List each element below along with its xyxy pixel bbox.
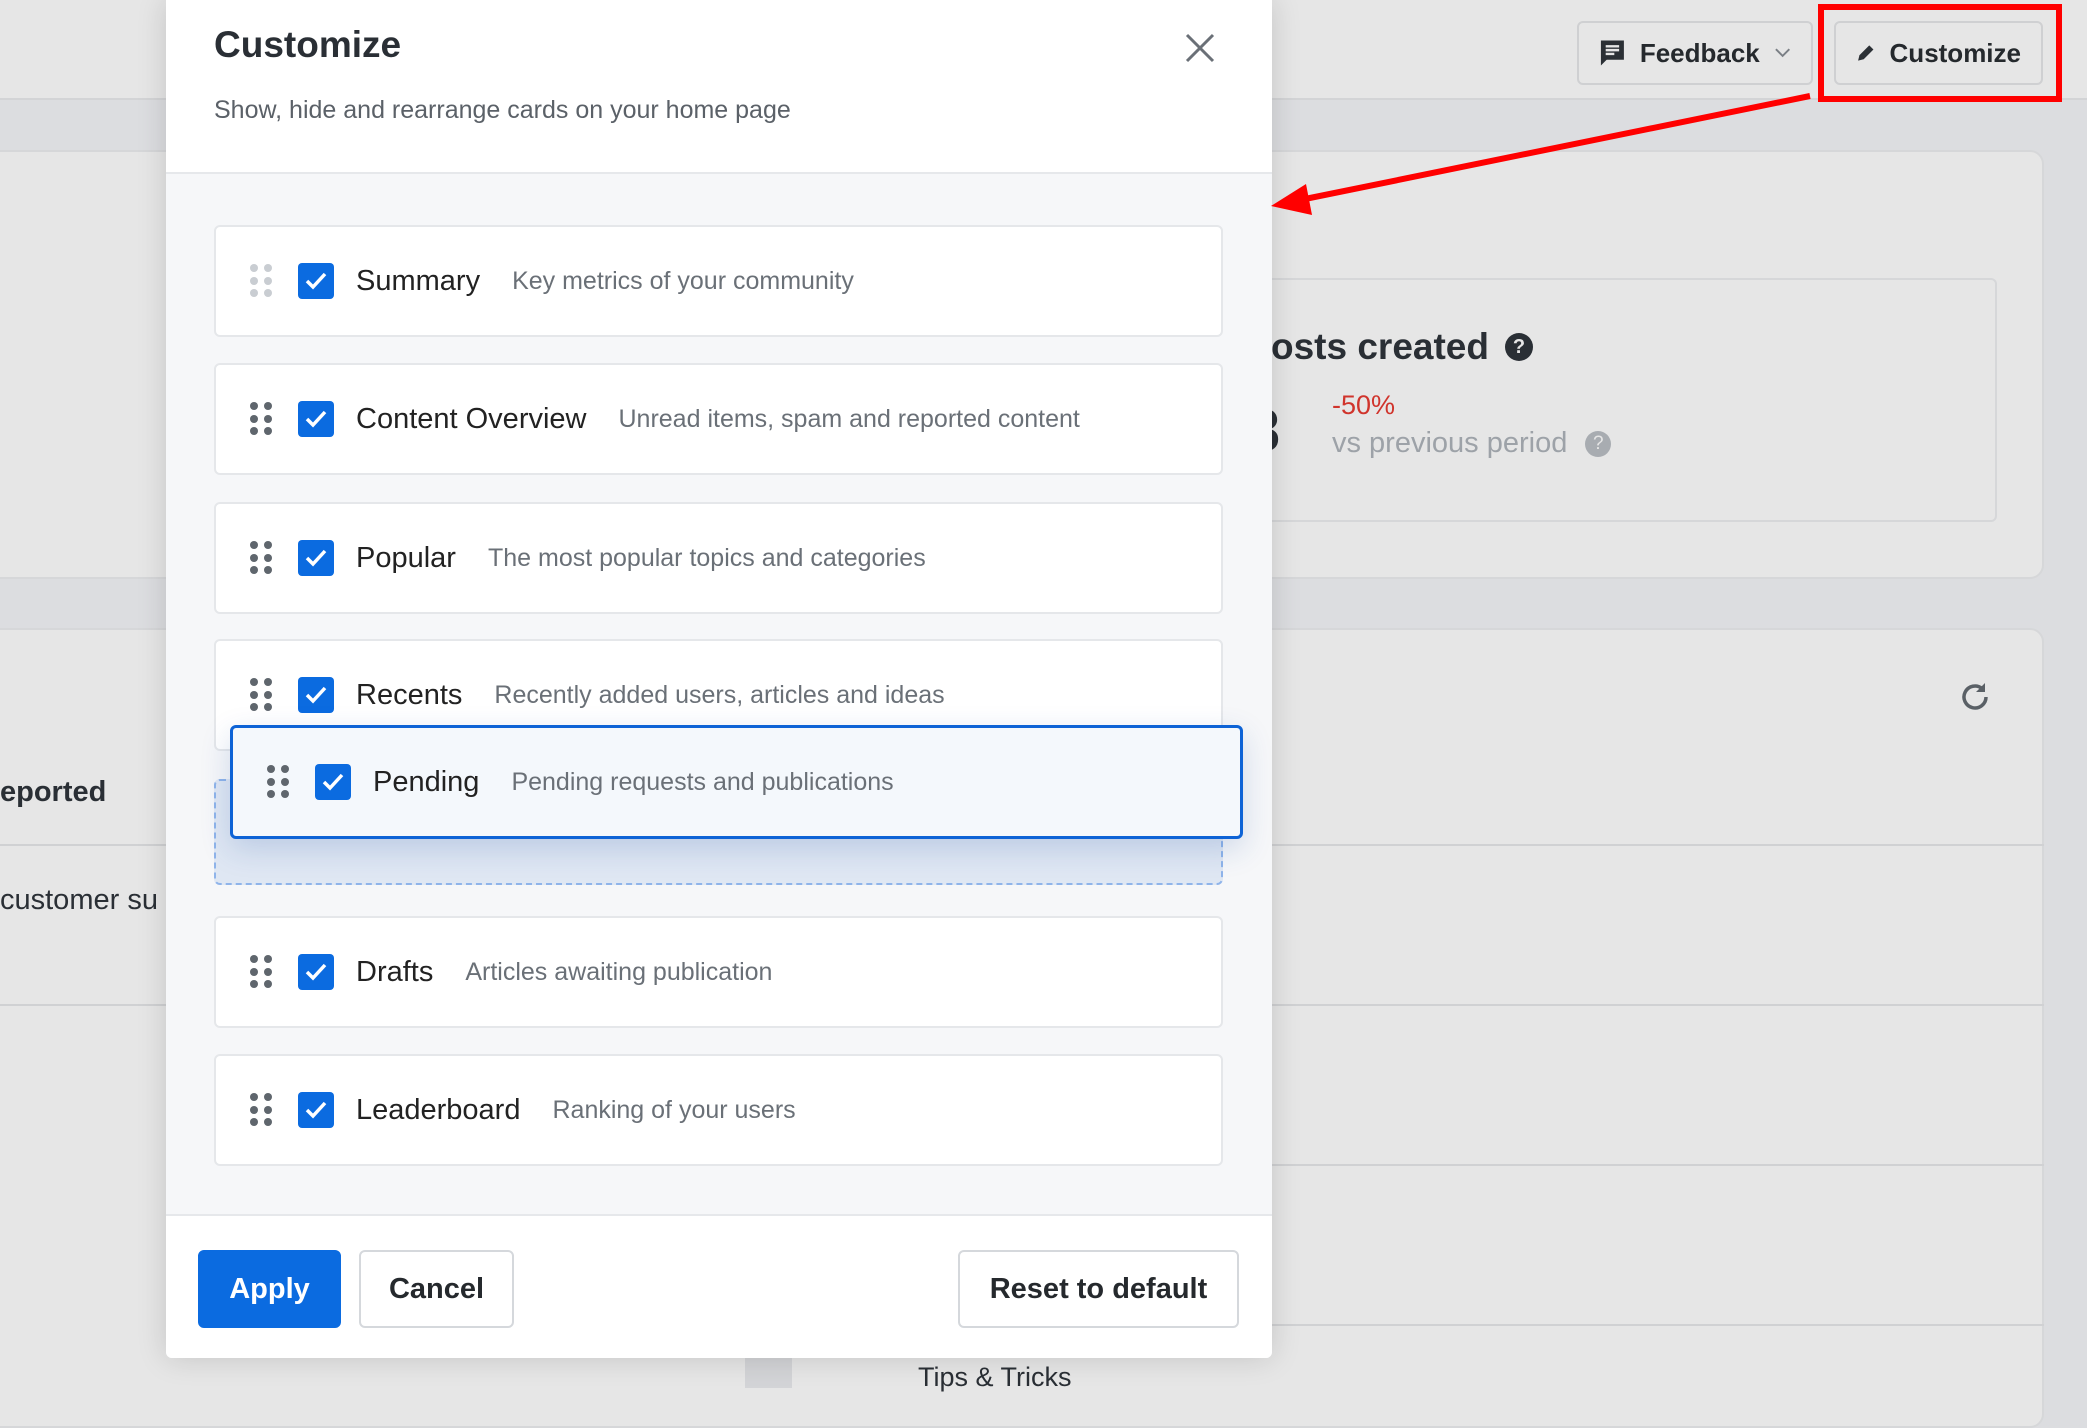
tips-label[interactable]: Tips & Tricks — [918, 1362, 1072, 1393]
checkbox[interactable] — [298, 540, 334, 576]
checkbox[interactable] — [298, 1092, 334, 1128]
checkbox[interactable] — [298, 677, 334, 713]
checkbox[interactable] — [298, 401, 334, 437]
left-row-label: eported — [0, 776, 107, 808]
check-icon — [305, 549, 327, 567]
left-row-label: customer su — [0, 884, 158, 916]
card-option-description: Articles awaiting publication — [465, 957, 773, 986]
drag-handle-icon[interactable] — [267, 765, 289, 799]
apply-button[interactable]: Apply — [198, 1250, 341, 1328]
card-option-label: Recents — [356, 678, 463, 711]
modal-footer: Apply Cancel Reset to default — [166, 1214, 1272, 1358]
checkbox[interactable] — [298, 954, 334, 990]
card-option-label: Content Overview — [356, 402, 587, 435]
card-option-leaderboard[interactable]: Leaderboard Ranking of your users — [214, 1054, 1223, 1166]
card-option-label: Drafts — [356, 955, 434, 988]
divider — [1200, 1164, 2044, 1166]
reset-to-default-button[interactable]: Reset to default — [958, 1250, 1239, 1328]
checkbox[interactable] — [315, 764, 351, 800]
card-option-popular[interactable]: Popular The most popular topics and categ… — [214, 502, 1223, 614]
card-option-description: Recently added users, articles and ideas — [494, 680, 945, 709]
cancel-button[interactable]: Cancel — [359, 1250, 514, 1328]
drag-handle-icon[interactable] — [250, 541, 272, 575]
check-icon — [305, 963, 327, 981]
card-option-description: Pending requests and publications — [511, 767, 894, 796]
help-icon: ? — [1505, 333, 1533, 361]
metric-title: osts created ? — [1271, 326, 1533, 368]
check-icon — [305, 410, 327, 428]
check-icon — [305, 1101, 327, 1119]
drag-handle-icon[interactable] — [250, 955, 272, 989]
card-option-description: Unread items, spam and reported content — [618, 404, 1080, 433]
drag-handle-icon[interactable] — [250, 678, 272, 712]
drag-handle-icon[interactable] — [250, 402, 272, 436]
card-option-drafts[interactable]: Drafts Articles awaiting publication — [214, 916, 1223, 1028]
drag-handle-icon[interactable] — [250, 1093, 272, 1127]
card-option-description: The most popular topics and categories — [487, 543, 926, 572]
card-option-description: Ranking of your users — [552, 1095, 796, 1124]
card-option-content-overview[interactable]: Content Overview Unread items, spam and r… — [214, 363, 1223, 475]
annotation-arrow — [1271, 93, 1811, 215]
help-icon: ? — [1585, 430, 1612, 457]
card-option-pending[interactable]: Pending Pending requests and publications — [230, 725, 1243, 839]
metric-change: -50% — [1332, 390, 1396, 420]
card-option-label: Pending — [373, 765, 480, 798]
card-option-label: Leaderboard — [356, 1093, 521, 1126]
check-icon — [305, 686, 327, 704]
check-icon — [322, 773, 344, 791]
card-option-label: Popular — [356, 541, 456, 574]
metric-compare: vs previous period ? — [1332, 427, 1612, 460]
divider — [1200, 1324, 2044, 1326]
refresh-icon[interactable] — [1958, 680, 1992, 714]
